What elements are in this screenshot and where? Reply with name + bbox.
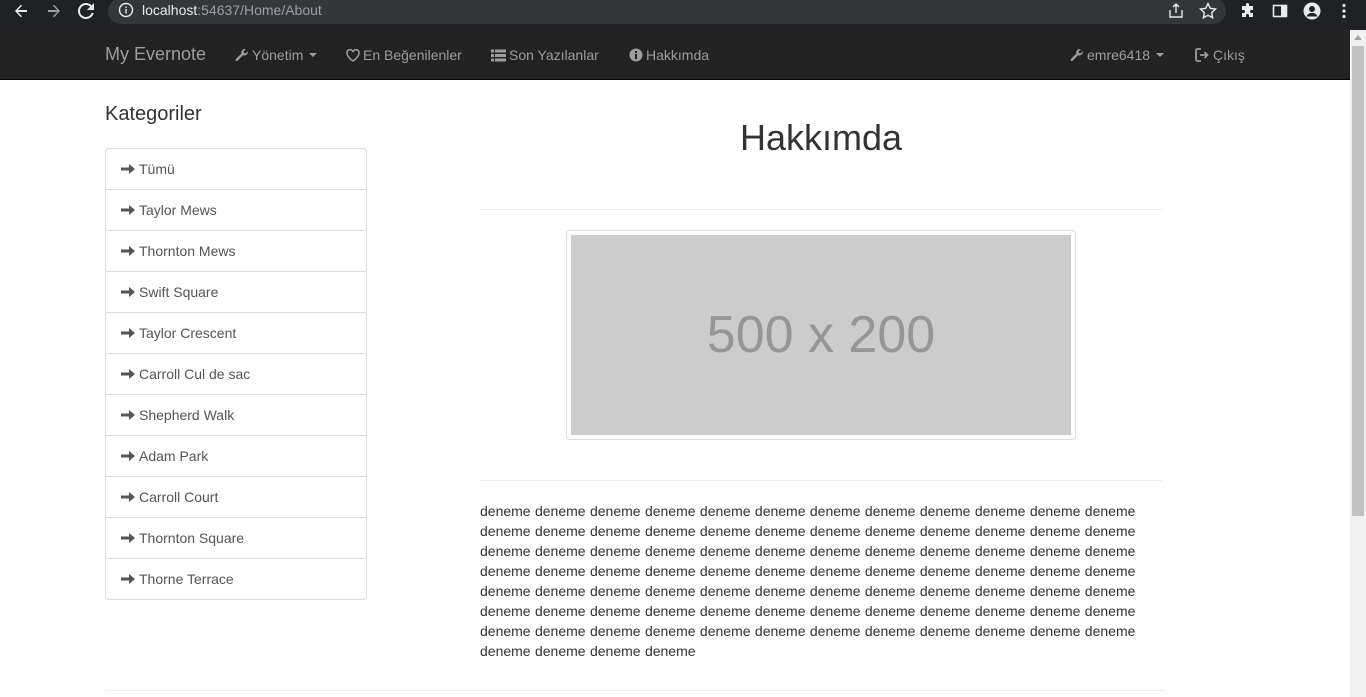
nav-yonetim-label: Yönetim xyxy=(252,47,304,63)
forward-icon[interactable] xyxy=(38,0,70,22)
back-icon[interactable] xyxy=(5,0,37,22)
nav-en-begenilenler-label: En Beğenilenler xyxy=(363,47,462,63)
about-text-line: deneme deneme deneme deneme deneme denem… xyxy=(480,563,1136,579)
category-label: Thorne Terrace xyxy=(139,571,234,587)
category-item[interactable]: Tümü xyxy=(106,149,366,189)
chevron-down-icon xyxy=(1156,53,1165,57)
category-label: Swift Square xyxy=(139,284,219,300)
sidebar-title: Kategoriler xyxy=(105,103,202,125)
nav-en-begenilenler[interactable]: En Beğenilenler xyxy=(346,46,462,64)
address-bar[interactable]: localhost:54637/Home/About xyxy=(108,0,1226,24)
about-text-line: deneme deneme deneme deneme deneme denem… xyxy=(480,583,1136,599)
about-text: deneme deneme deneme deneme deneme denem… xyxy=(480,501,1142,661)
list-icon xyxy=(491,49,506,61)
heart-icon xyxy=(346,48,360,62)
about-text-line: deneme deneme deneme deneme deneme denem… xyxy=(480,623,1136,639)
arrow-right-icon xyxy=(121,451,135,461)
arrow-right-icon xyxy=(121,410,135,420)
category-label: Shepherd Walk xyxy=(139,407,235,423)
nav-user-label: emre6418 xyxy=(1087,47,1151,63)
arrow-right-icon xyxy=(121,533,135,543)
category-item[interactable]: Thornton Square xyxy=(106,517,366,558)
arrow-right-icon xyxy=(121,287,135,297)
category-label: Taylor Crescent xyxy=(139,325,237,341)
category-label: Taylor Mews xyxy=(139,202,217,218)
category-item[interactable]: Adam Park xyxy=(106,435,366,476)
site-info-icon[interactable] xyxy=(118,2,134,18)
nav-son-yazilanlar[interactable]: Son Yazılanlar xyxy=(491,46,599,64)
arrow-right-icon xyxy=(121,164,135,174)
arrow-right-icon xyxy=(121,205,135,215)
category-label: Adam Park xyxy=(139,448,209,464)
nav-hakkimda-label: Hakkımda xyxy=(646,47,710,63)
about-image-frame: 500 x 200 xyxy=(566,230,1076,440)
share-icon[interactable] xyxy=(1166,1,1186,21)
chevron-down-icon xyxy=(309,53,318,57)
category-label: Carroll Cul de sac xyxy=(139,366,251,382)
category-item[interactable]: Carroll Court xyxy=(106,476,366,517)
extensions-icon[interactable] xyxy=(1236,0,1260,22)
nav-logout[interactable]: Çıkış xyxy=(1195,46,1245,64)
category-label: Tümü xyxy=(139,161,175,177)
brand-link[interactable]: My Evernote xyxy=(105,44,206,64)
nav-yonetim-dropdown[interactable]: Yönetim xyxy=(235,46,318,64)
bookmark-star-icon[interactable] xyxy=(1198,1,1218,21)
category-label: Thornton Square xyxy=(139,530,245,546)
category-item[interactable]: Swift Square xyxy=(106,271,366,312)
browser-menu-icon[interactable] xyxy=(1332,0,1356,22)
arrow-right-icon xyxy=(121,246,135,256)
url-host: localhost xyxy=(142,2,198,18)
about-image-placeholder: 500 x 200 xyxy=(571,235,1071,435)
profile-icon[interactable] xyxy=(1300,0,1324,22)
arrow-right-icon xyxy=(121,328,135,338)
arrow-right-icon xyxy=(121,492,135,502)
category-item[interactable]: Taylor Mews xyxy=(106,189,366,230)
arrow-right-icon xyxy=(121,574,135,584)
arrow-right-icon xyxy=(121,369,135,379)
page-title: Hakkımda xyxy=(739,117,903,158)
category-item[interactable]: Thorne Terrace xyxy=(106,558,366,599)
nav-son-yazilanlar-label: Son Yazılanlar xyxy=(509,47,599,63)
side-panel-icon[interactable] xyxy=(1268,0,1292,22)
nav-user-dropdown[interactable]: emre6418 xyxy=(1070,46,1165,64)
category-label: Carroll Court xyxy=(139,489,219,505)
about-text-line: deneme deneme deneme deneme deneme denem… xyxy=(480,523,1136,539)
category-list: Tümü Taylor Mews Thornton Mews Swift Square… xyxy=(105,148,367,600)
url-text: localhost:54637/Home/About xyxy=(142,2,322,18)
wrench-icon xyxy=(1070,49,1083,62)
browser-toolbar: localhost:54637/Home/About xyxy=(0,0,1366,30)
about-text-line: deneme deneme deneme deneme deneme denem… xyxy=(480,603,1136,619)
url-path: :54637/Home/About xyxy=(197,2,322,18)
footer-divider xyxy=(105,690,1165,691)
nav-hakkimda[interactable]: Hakkımda xyxy=(629,46,709,64)
logout-icon xyxy=(1195,48,1209,62)
category-label: Thornton Mews xyxy=(139,243,236,259)
category-item[interactable]: Thornton Mews xyxy=(106,230,366,271)
divider xyxy=(480,480,1162,481)
nav-logout-label: Çıkış xyxy=(1213,47,1245,63)
info-icon xyxy=(629,48,643,62)
category-item[interactable]: Shepherd Walk xyxy=(106,394,366,435)
category-item[interactable]: Taylor Crescent xyxy=(106,312,366,353)
category-item[interactable]: Carroll Cul de sac xyxy=(106,353,366,394)
reload-icon[interactable] xyxy=(70,0,102,22)
page-scrollbar[interactable] xyxy=(1350,30,1366,697)
about-text-line: deneme deneme deneme deneme deneme denem… xyxy=(480,543,1136,559)
scrollbar-thumb[interactable] xyxy=(1352,46,1364,516)
divider xyxy=(480,209,1162,210)
scroll-up-icon[interactable] xyxy=(1354,35,1362,40)
about-text-line: deneme deneme deneme deneme deneme denem… xyxy=(480,503,1136,519)
navbar: My Evernote Yönetim En Beğenilenler Son … xyxy=(0,30,1350,80)
wrench-icon xyxy=(235,49,248,62)
about-text-line: deneme deneme deneme deneme xyxy=(480,643,696,659)
